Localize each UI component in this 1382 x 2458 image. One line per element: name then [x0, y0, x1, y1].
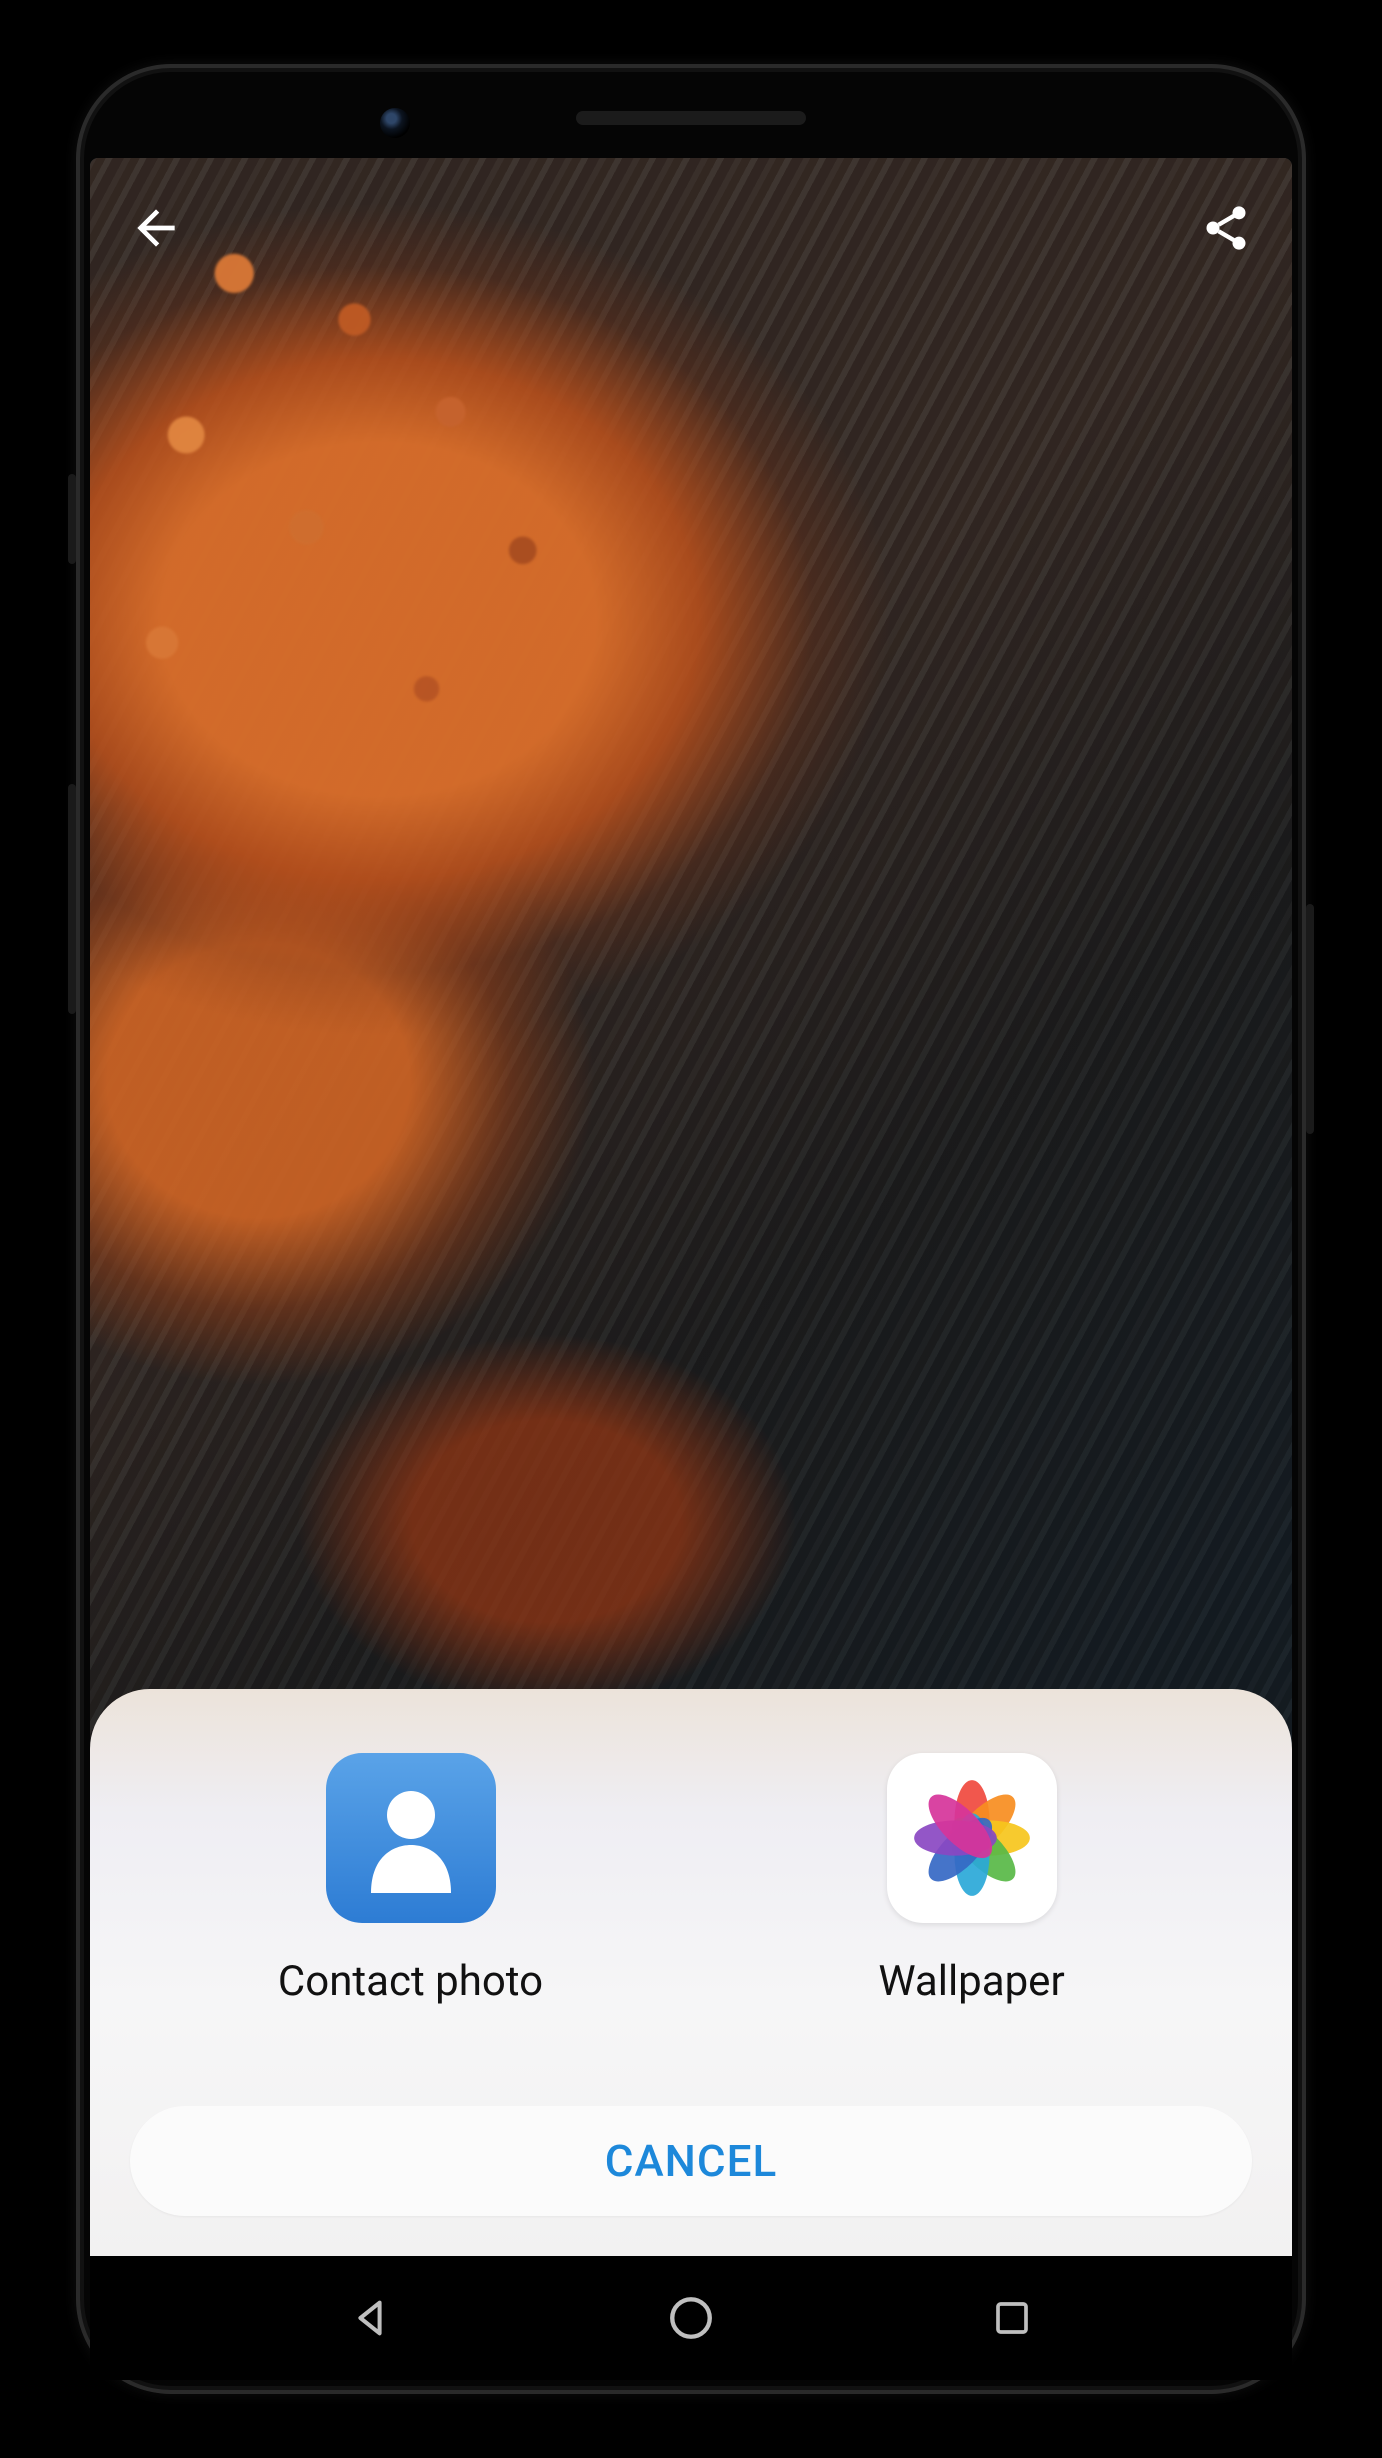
back-arrow-icon: [128, 200, 184, 256]
phone-side-button: [68, 784, 76, 1014]
option-row: Contact photo: [130, 1753, 1252, 2006]
photos-flower-icon: [910, 1776, 1034, 1900]
phone-frame: Contact photo: [76, 64, 1306, 2394]
person-silhouette-icon: [361, 1783, 461, 1893]
earpiece-speaker: [576, 111, 806, 125]
option-label: Wallpaper: [878, 1957, 1064, 2006]
phone-top-bezel: [90, 78, 1292, 158]
option-label: Contact photo: [278, 1957, 543, 2006]
contact-photo-icon: [326, 1753, 496, 1923]
option-wallpaper[interactable]: Wallpaper: [822, 1753, 1122, 2006]
cancel-button[interactable]: CANCEL: [130, 2106, 1252, 2216]
nav-back-button[interactable]: [325, 2273, 415, 2363]
cancel-label: CANCEL: [605, 2135, 777, 2187]
front-camera: [380, 108, 410, 138]
action-sheet: Contact photo: [90, 1689, 1292, 2256]
nav-recents-button[interactable]: [967, 2273, 1057, 2363]
back-button[interactable]: [120, 192, 192, 264]
screen: Contact photo: [90, 158, 1292, 2380]
viewport: Contact photo: [90, 158, 1292, 2256]
nav-home-button[interactable]: [646, 2273, 736, 2363]
triangle-back-icon: [347, 2295, 393, 2341]
phone-side-button: [1306, 904, 1314, 1134]
app-header: [90, 158, 1292, 298]
wallpaper-icon: [887, 1753, 1057, 1923]
phone-side-button: [68, 474, 76, 564]
circle-home-icon: [666, 2293, 716, 2343]
share-button[interactable]: [1190, 192, 1262, 264]
system-nav-bar: [90, 2256, 1292, 2380]
share-icon: [1200, 202, 1252, 254]
option-contact-photo[interactable]: Contact photo: [261, 1753, 561, 2006]
square-recents-icon: [991, 2297, 1033, 2339]
